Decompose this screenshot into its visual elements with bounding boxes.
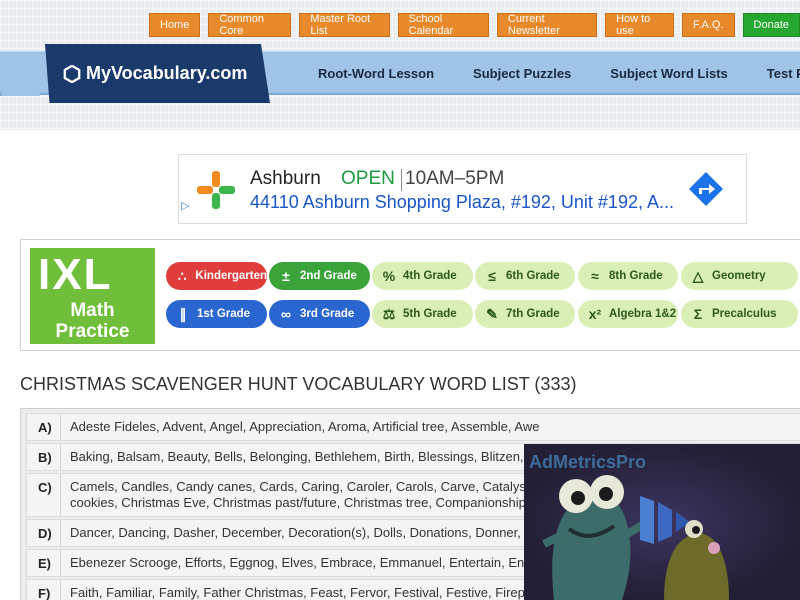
top-nav: Home Common Core Master Root List School… <box>149 13 800 37</box>
ixl-logo[interactable]: IXL Math Practice <box>30 248 155 344</box>
grade-button-7th-grade[interactable]: ✎ 7th Grade <box>475 300 575 328</box>
ad-hours: 10AM–5PM <box>405 168 505 189</box>
grade-button-4th-grade[interactable]: % 4th Grade <box>372 262 473 290</box>
grade-button-label: Kindergarten <box>195 270 267 282</box>
dots-icon: ∴ <box>177 267 187 284</box>
grade-button-label: Precalculus <box>712 308 777 320</box>
ixl-subtitle-line1: Math <box>70 300 115 321</box>
ad-address[interactable]: 44110 Ashburn Shopping Plaza, #192, Unit… <box>250 192 674 213</box>
grade-button-label: 7th Grade <box>506 308 560 320</box>
grade-button-label: 2nd Grade <box>300 270 357 282</box>
grade-button-label: 8th Grade <box>609 270 663 282</box>
location-ad[interactable]: Ashburn OPEN 10AM–5PM 44110 Ashburn Shop… <box>178 154 747 224</box>
word-list-row: A) Adeste Fideles, Advent, Angel, Appreci… <box>26 413 800 441</box>
page-title: CHRISTMAS SCAVENGER HUNT VOCABULARY WORD… <box>20 374 577 394</box>
nav-how-to-use-button[interactable]: How to use <box>605 13 674 37</box>
ixl-logo-text: IXL <box>38 250 113 299</box>
row-letter: C) <box>27 474 61 516</box>
ixl-subtitle: Math Practice <box>30 300 155 342</box>
row-letter: E) <box>27 550 61 576</box>
grade-button-8th-grade[interactable]: ≈8th Grade <box>578 262 678 290</box>
nav-faq-button[interactable]: F.A.Q. <box>681 13 735 37</box>
row-letter: F) <box>27 580 61 600</box>
ad-city: Ashburn <box>250 168 321 189</box>
donate-button[interactable]: Donate <box>742 13 800 37</box>
less-equal-icon: ≤ <box>488 268 496 284</box>
grade-button-label: 5th Grade <box>403 308 457 320</box>
grade-button-3rd-grade[interactable]: ∞ 3rd Grade <box>269 300 370 328</box>
directions-arrow-icon[interactable] <box>688 171 724 207</box>
grade-button-label: 1st Grade <box>197 308 251 320</box>
nav-subject-word-lists[interactable]: Subject Word Lists <box>610 66 728 81</box>
row-letter: A) <box>27 414 61 440</box>
grade-button-5th-grade[interactable]: ⚖ 5th Grade <box>372 300 473 328</box>
triangle-icon: △ <box>692 267 704 284</box>
grade-button-label: 4th Grade <box>403 270 457 282</box>
nav-school-calendar-button[interactable]: School Calendar <box>397 13 489 37</box>
nav-test-prep[interactable]: Test Prep <box>767 66 800 81</box>
ad-open-status: OPEN <box>341 168 395 189</box>
grade-button-1st-grade[interactable]: ∥ 1st Grade <box>166 300 267 328</box>
logo-text: MyVocabulary.com <box>86 63 248 83</box>
sigma-icon: Σ <box>693 306 703 322</box>
pharmacy-cross-icon <box>197 171 235 209</box>
row-letter: B) <box>27 444 61 470</box>
grade-button-label: 3rd Grade <box>300 308 355 320</box>
approx-icon: ≈ <box>591 268 599 284</box>
site-logo[interactable]: MyVocabulary.com <box>45 44 270 103</box>
grade-button-kindergarten[interactable]: ∴ Kindergarten <box>166 262 267 290</box>
grade-button-2nd-grade[interactable]: ±2nd Grade <box>269 262 370 290</box>
nav-root-word-lesson[interactable]: Root-Word Lesson <box>318 66 434 81</box>
percent-icon: % <box>382 268 396 284</box>
nav-current-newsletter-button[interactable]: Current Newsletter <box>496 13 598 37</box>
grade-button-label: 6th Grade <box>506 270 560 282</box>
nav-home-button[interactable]: Home <box>149 13 201 37</box>
scale-icon: ⚖ <box>382 305 396 322</box>
nav-subject-puzzles[interactable]: Subject Puzzles <box>473 66 571 81</box>
pencil-icon: ✎ <box>486 305 498 322</box>
grade-button-label: Geometry <box>712 270 766 282</box>
ad-separator <box>401 169 402 191</box>
video-ad-overlay[interactable]: AdMetricsPro <box>524 444 800 600</box>
tally-icon: ∥ <box>179 305 187 322</box>
grade-button-precalculus[interactable]: Σ Precalculus <box>681 300 798 328</box>
grade-button-algebra-1-2[interactable]: x² Algebra 1&2 <box>578 300 678 328</box>
grade-button-6th-grade[interactable]: ≤6th Grade <box>475 262 575 290</box>
grade-button-label: Algebra 1&2 <box>609 308 677 320</box>
video-ad-brand: AdMetricsPro <box>529 452 647 472</box>
site-header: Home Common Core Master Root List School… <box>0 0 800 130</box>
grade-button-geometry[interactable]: △ Geometry <box>681 262 798 290</box>
infinity-icon: ∞ <box>281 306 291 322</box>
ad-choices-icon[interactable]: ▷ <box>181 199 189 212</box>
plus-minus-icon: ± <box>282 268 290 284</box>
nav-common-core-button[interactable]: Common Core <box>208 13 292 37</box>
x-squared-icon: x² <box>588 306 602 322</box>
ixl-banner-ad[interactable]: IXL Math Practice ∴ Kindergarten ±2nd Grad… <box>20 239 800 351</box>
nav-master-root-list-button[interactable]: Master Root List <box>299 13 390 37</box>
row-letter: D) <box>27 520 61 546</box>
hexagon-icon <box>63 64 81 83</box>
row-words[interactable]: Adeste Fideles, Advent, Angel, Appreciat… <box>61 414 800 440</box>
main-nav: Root-Word Lesson Subject Puzzles Subject… <box>318 66 800 81</box>
ixl-subtitle-line2: Practice <box>55 321 130 342</box>
